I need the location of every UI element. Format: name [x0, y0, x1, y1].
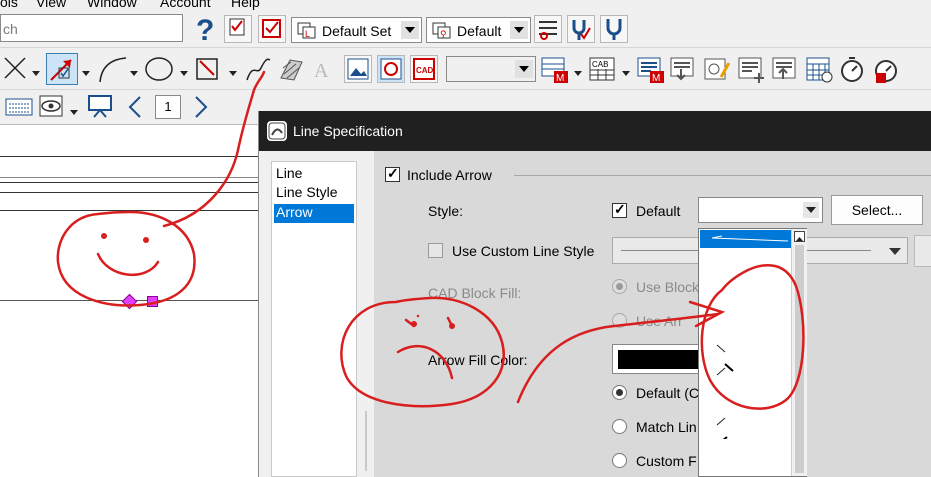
arrow-stroke: [516, 312, 720, 404]
happy-face-eye: [101, 233, 107, 239]
sad-face-eye: [449, 323, 455, 329]
happy-face-eye: [143, 237, 149, 243]
happy-face-outline: [56, 210, 196, 307]
ink-annotations-layer: [56, 70, 805, 410]
highlight-circle: [700, 264, 805, 410]
pointer-stroke: [162, 70, 266, 228]
happy-face-smile: [96, 252, 160, 276]
sad-face-frown: [396, 344, 454, 380]
sad-face-outline: [340, 296, 505, 408]
sad-face-eye: [411, 321, 417, 327]
